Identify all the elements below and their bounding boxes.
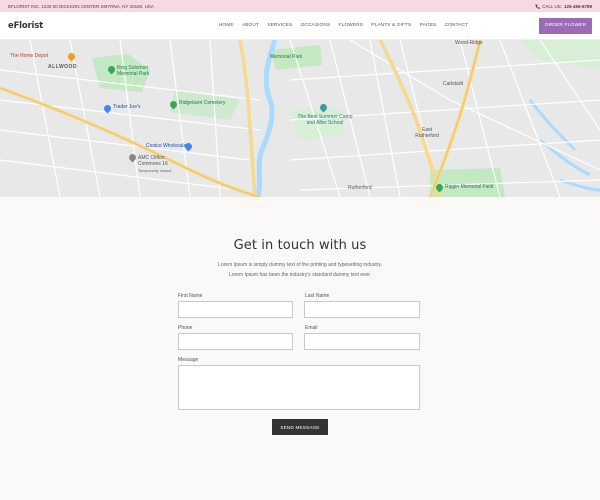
main-nav: HOME ABOUT SERVICES OCCASIONS FLOWERS PL… <box>128 23 539 28</box>
map-label-king-solomon: King Solomon Memorial Park <box>117 65 150 77</box>
map-label-carlstadt: Carlstadt <box>443 81 464 87</box>
nav-item-home[interactable]: HOME <box>219 23 234 28</box>
send-message-button[interactable]: SEND MESSAGE <box>272 419 328 435</box>
nav-item-contact[interactable]: CONTACT <box>445 23 469 28</box>
nav-item-services[interactable]: SERVICES <box>267 23 292 28</box>
map-label-costco: Costco Wholesale <box>146 143 187 149</box>
nav-item-flowers[interactable]: FLOWERS <box>339 23 363 28</box>
map-label-east-rutherford: East Rutherford <box>415 127 439 139</box>
nav-item-occasions[interactable]: OCCASIONS <box>301 23 331 28</box>
map-label-ridgelawn: Ridgelawn Cemetery <box>179 100 226 106</box>
nav-item-pages[interactable]: PAGES <box>420 23 437 28</box>
contact-section: Get in touch with us Lorem Ipsum is simp… <box>0 197 600 500</box>
map-label-rutherford: Rutherford <box>348 185 372 191</box>
order-flower-button[interactable]: ORDER FLOWER <box>539 17 592 34</box>
first-name-field[interactable] <box>178 301 293 318</box>
phone-number[interactable]: 125-455-6789 <box>564 4 592 9</box>
message-label: Message <box>178 357 199 363</box>
address-text: EFLORIST INC. 1230 50 DICKSON CENTER SMY… <box>8 3 154 9</box>
top-info-bar: EFLORIST INC. 1230 50 DICKSON CENTER SMY… <box>0 0 600 12</box>
nav-item-plants-gifts[interactable]: PLANTS & GIFTS <box>371 23 411 28</box>
map-label-amc: AMC Clifton Commons 16 <box>138 155 168 167</box>
phone-label: Phone <box>178 325 193 331</box>
contact-desc-line1: Lorem Ipsum is simply dummy text of the … <box>218 262 382 268</box>
call-label: CALL US: <box>542 3 562 9</box>
last-name-field[interactable] <box>304 301 420 318</box>
map-label-trader-joes: Trader Joe's <box>113 104 141 110</box>
map-label-riggin: Riggin Memorial Field <box>445 184 494 190</box>
map-label-wood-ridge: Wood-Ridge <box>455 40 483 46</box>
email-label: Email <box>305 325 318 331</box>
map-label-amc-closed: Temporarily closed <box>138 168 172 173</box>
map-label-best-summer: The Best Summer Camp and After School <box>297 114 353 126</box>
map-label-allwood: ALLWOOD <box>48 64 78 70</box>
location-map[interactable]: The Home Depot ALLWOOD King Solomon Memo… <box>0 40 600 197</box>
message-field[interactable] <box>178 365 420 410</box>
main-header: eFlorist HOME ABOUT SERVICES OCCASIONS F… <box>0 12 600 40</box>
call-us[interactable]: CALL US: 125-455-6789 <box>535 4 592 9</box>
nav-item-about[interactable]: ABOUT <box>242 23 259 28</box>
first-name-label: First Name <box>178 293 203 299</box>
map-label-memorial-park: Memorial Park <box>270 54 303 60</box>
contact-desc-line2: Lorem Ipsum has been the industry's stan… <box>228 272 372 278</box>
phone-field[interactable] <box>178 333 293 350</box>
map-label-home-depot: The Home Depot <box>10 53 49 59</box>
phone-icon <box>535 4 541 9</box>
contact-title: Get in touch with us <box>233 238 367 253</box>
site-logo[interactable]: eFlorist <box>8 21 128 31</box>
email-field[interactable] <box>304 333 420 350</box>
last-name-label: Last Name <box>305 293 330 299</box>
